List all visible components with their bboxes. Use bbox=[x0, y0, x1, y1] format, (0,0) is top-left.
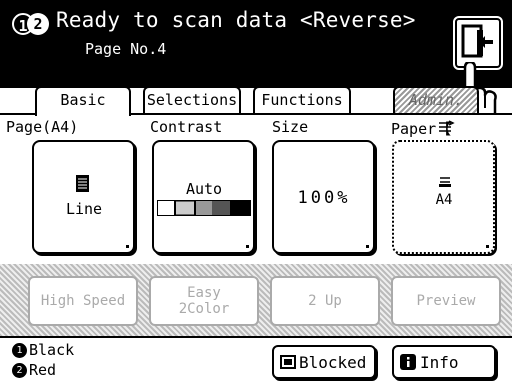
easy-2color-button[interactable]: Easy 2Color bbox=[149, 276, 259, 326]
preview-button[interactable]: Preview bbox=[391, 276, 501, 326]
tab-admin[interactable]: Admin. bbox=[393, 86, 479, 113]
exit-button[interactable] bbox=[453, 16, 503, 70]
high-speed-button[interactable]: High Speed bbox=[28, 276, 138, 326]
page-label: Page(A4) bbox=[6, 118, 79, 136]
paper-feed-icon bbox=[439, 120, 455, 132]
status-message: Ready to scan data <Reverse> bbox=[56, 8, 416, 32]
info-icon bbox=[400, 354, 416, 370]
paper-button[interactable]: A4 bbox=[392, 140, 495, 254]
contrast-label: Contrast bbox=[150, 118, 223, 136]
exit-door-icon bbox=[461, 24, 493, 58]
drum-2-number: 2 bbox=[12, 362, 27, 378]
contrast-scale-icon bbox=[157, 200, 251, 216]
blocked-button[interactable]: Blocked bbox=[272, 345, 376, 379]
blocked-label: Blocked bbox=[299, 352, 367, 372]
size-label: Size bbox=[272, 118, 309, 136]
size-button[interactable]: 100% bbox=[272, 140, 375, 254]
info-button[interactable]: Info bbox=[392, 345, 496, 379]
tab-basic[interactable]: Basic bbox=[35, 86, 131, 116]
paper-size-value: A4 bbox=[435, 192, 453, 208]
document-icon bbox=[76, 175, 89, 192]
page-number: Page No.4 bbox=[85, 40, 167, 58]
ink-1-color: Black bbox=[29, 341, 75, 359]
page-type-value: Line bbox=[65, 200, 103, 218]
tab-functions[interactable]: Functions bbox=[253, 86, 351, 113]
drum-1-number: 1 bbox=[12, 342, 27, 358]
drum-2-badge: 2 bbox=[27, 13, 49, 35]
contrast-button[interactable]: Auto bbox=[152, 140, 255, 254]
ink-2-color: Red bbox=[29, 361, 57, 379]
paper-tray-icon bbox=[439, 177, 451, 187]
blocked-screen-icon bbox=[280, 355, 296, 369]
tab-selections[interactable]: Selections bbox=[143, 86, 241, 113]
contrast-value: Auto bbox=[185, 180, 223, 198]
2up-button[interactable]: 2 Up bbox=[270, 276, 380, 326]
page-type-button[interactable]: Line bbox=[32, 140, 135, 254]
info-label: Info bbox=[420, 352, 459, 372]
size-value: 100% bbox=[297, 188, 351, 208]
ink-2-status: 2 Red bbox=[12, 361, 56, 379]
ink-1-status: 1 Black bbox=[12, 341, 74, 359]
drum-indicator: 1 2 bbox=[12, 13, 50, 37]
